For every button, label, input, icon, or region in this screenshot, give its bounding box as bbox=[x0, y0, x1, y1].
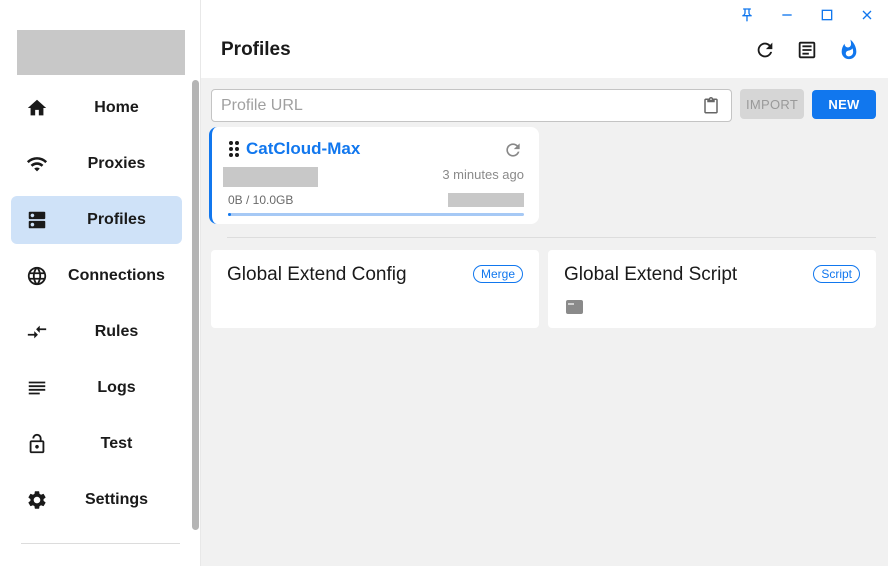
usage-progress-bar bbox=[228, 213, 524, 216]
profile-refresh-icon[interactable] bbox=[503, 140, 523, 160]
flame-icon[interactable] bbox=[837, 38, 861, 62]
terminal-icon bbox=[566, 300, 583, 314]
profile-url-input[interactable] bbox=[221, 90, 691, 121]
profile-usage: 0B / 10.0GB bbox=[228, 193, 294, 207]
close-icon[interactable] bbox=[857, 6, 877, 24]
extend-config-title: Global Extend Config bbox=[227, 264, 407, 285]
sidebar-item-label: Connections bbox=[68, 267, 165, 284]
refresh-icon[interactable] bbox=[753, 38, 777, 62]
sidebar: Home Proxies Profiles Connections Rules bbox=[0, 0, 201, 566]
global-extend-script-card[interactable]: Global Extend Script Script bbox=[548, 250, 876, 328]
sidebar-item-label: Logs bbox=[97, 379, 136, 396]
pin-icon[interactable] bbox=[737, 6, 757, 24]
sidebar-item-test[interactable]: Test bbox=[11, 420, 182, 468]
wifi-icon bbox=[25, 152, 49, 176]
script-badge: Script bbox=[813, 265, 860, 283]
document-icon[interactable] bbox=[795, 38, 819, 62]
new-profile-button[interactable]: NEW bbox=[812, 90, 876, 119]
dns-icon bbox=[25, 208, 49, 232]
merge-badge: Merge bbox=[472, 265, 523, 283]
profile-card[interactable]: CatCloud-Max 3 minutes ago 0B / 10.0GB bbox=[209, 127, 539, 224]
sidebar-item-label: Settings bbox=[84, 491, 149, 508]
page-title: Profiles bbox=[221, 39, 291, 60]
sidebar-item-settings[interactable]: Settings bbox=[11, 476, 182, 524]
extend-script-title: Global Extend Script bbox=[564, 264, 738, 285]
import-button[interactable]: IMPORT bbox=[740, 89, 804, 119]
home-icon bbox=[25, 96, 49, 120]
lines-icon bbox=[25, 376, 49, 400]
header: Profiles bbox=[201, 0, 888, 78]
sidebar-item-profiles[interactable]: Profiles bbox=[11, 196, 182, 244]
sidebar-item-label: Test bbox=[100, 435, 133, 452]
redacted-text bbox=[448, 193, 524, 207]
sidebar-item-home[interactable]: Home bbox=[11, 84, 182, 132]
sidebar-scrollbar[interactable] bbox=[192, 80, 199, 530]
sidebar-item-logs[interactable]: Logs bbox=[11, 364, 182, 412]
drag-handle-icon[interactable] bbox=[228, 140, 240, 158]
main-panel: Profiles IMPORT NEW CatCloud-Max 3 minut… bbox=[201, 0, 888, 566]
sidebar-item-label: Proxies bbox=[87, 155, 146, 172]
sidebar-nav: Home Proxies Profiles Connections Rules bbox=[11, 84, 182, 532]
app-logo bbox=[17, 30, 185, 75]
usage-progress-fill bbox=[228, 213, 231, 216]
sidebar-item-connections[interactable]: Connections bbox=[11, 252, 182, 300]
clipboard-icon[interactable] bbox=[701, 96, 721, 116]
gear-icon bbox=[25, 488, 49, 512]
sidebar-item-rules[interactable]: Rules bbox=[11, 308, 182, 356]
fork-arrow-icon bbox=[25, 320, 49, 344]
profile-name: CatCloud-Max bbox=[246, 139, 361, 158]
global-extend-config-card[interactable]: Global Extend Config Merge bbox=[211, 250, 539, 328]
sidebar-divider bbox=[21, 543, 180, 544]
redacted-text bbox=[223, 167, 318, 187]
minimize-icon[interactable] bbox=[777, 6, 797, 24]
sidebar-item-label: Profiles bbox=[87, 211, 146, 228]
sidebar-item-label: Home bbox=[94, 99, 139, 116]
globe-icon bbox=[25, 264, 49, 288]
maximize-icon[interactable] bbox=[817, 6, 837, 24]
profile-updated-time: 3 minutes ago bbox=[442, 167, 524, 182]
section-divider bbox=[227, 237, 876, 238]
sidebar-item-label: Rules bbox=[94, 323, 139, 340]
lock-open-icon bbox=[25, 432, 49, 456]
sidebar-item-proxies[interactable]: Proxies bbox=[11, 140, 182, 188]
profile-url-field bbox=[211, 89, 732, 122]
